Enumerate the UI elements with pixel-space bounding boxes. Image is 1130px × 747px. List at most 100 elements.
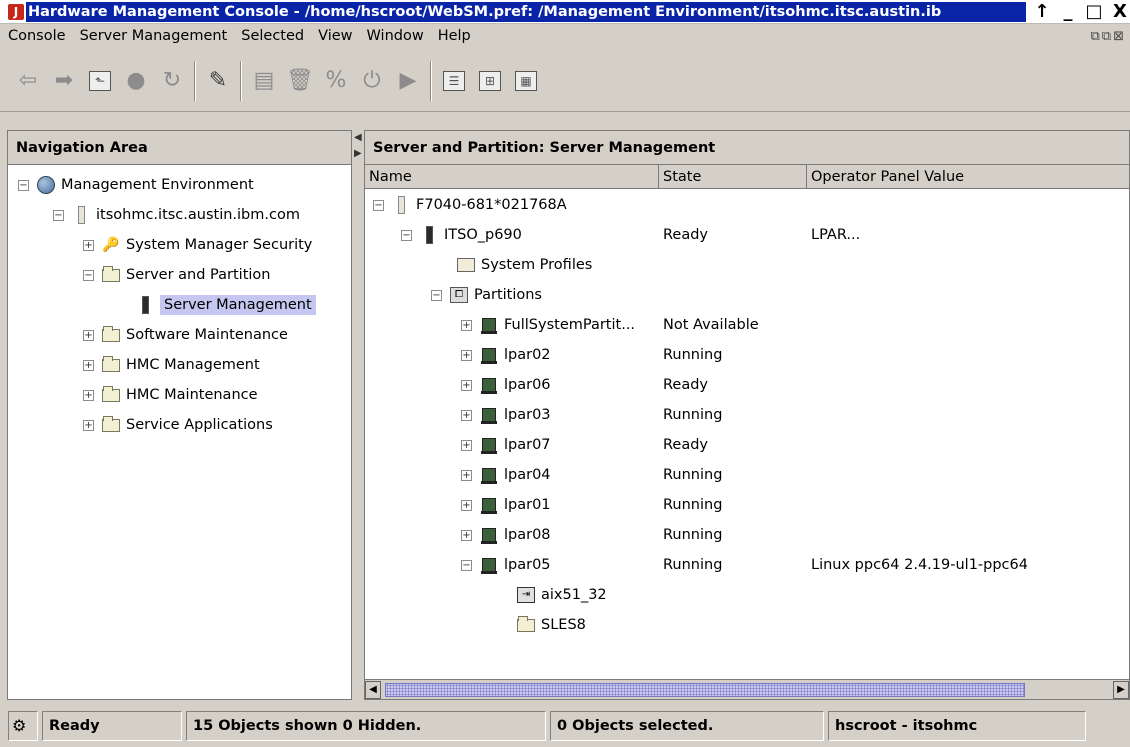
folder-icon [517,615,535,632]
collapse-icon[interactable]: − [83,269,94,281]
nav-item-management-environment[interactable]: − Management Environment [18,170,254,200]
expand-icon[interactable]: + [83,329,94,341]
menu-selected[interactable]: Selected [234,28,311,44]
row-state: Running [663,497,723,513]
menu-view[interactable]: View [311,28,359,44]
power-icon[interactable]: ⏻ [354,63,390,99]
column-header-name[interactable]: Name [365,165,659,188]
table-row[interactable]: ⇥ aix51_32 [517,580,607,610]
collapse-icon[interactable]: − [53,209,64,221]
run-icon[interactable]: ▶ [390,63,426,99]
view-tree-icon[interactable]: ⊞ [472,63,508,99]
menu-window[interactable]: Window [360,28,431,44]
row-state: Running [663,347,723,363]
view-details-icon[interactable]: ☰ [436,63,472,99]
maximize-button[interactable]: □ [1084,1,1104,22]
forward-arrow-icon[interactable]: ➡ [46,63,82,99]
undock-icon[interactable]: ⧉ [1091,29,1100,44]
table-row[interactable]: + lpar06 Ready [461,370,1121,400]
expand-icon[interactable]: + [83,419,94,431]
table-row[interactable]: − ⧠ Partitions [431,280,542,310]
table-row[interactable]: + lpar03 Running [461,400,1121,430]
find-icon[interactable]: ✎ [200,63,236,99]
close-button[interactable]: X [1110,1,1130,22]
table-row[interactable]: + lpar08 Running [461,520,1121,550]
expand-icon[interactable]: + [461,439,472,451]
expand-icon[interactable]: + [461,379,472,391]
pin-button[interactable]: ↑ [1032,1,1052,22]
undock-all-icon[interactable]: ⧉ [1102,29,1111,44]
row-name: aix51_32 [541,587,607,603]
splitter-right-arrow-icon[interactable]: ▶ [354,148,362,159]
nav-item-hmc-maintenance[interactable]: + HMC Maintenance [83,380,258,410]
hmc-server-icon [77,206,85,224]
column-header-state[interactable]: State [659,165,807,188]
nav-item-hmc-management[interactable]: + HMC Management [83,350,260,380]
percent-icon[interactable]: % [318,63,354,99]
properties-icon[interactable]: ▤ [246,63,282,99]
table-row[interactable]: System Profiles [457,250,592,280]
refresh-icon[interactable]: ↻ [154,63,190,99]
expand-icon[interactable]: + [461,469,472,481]
nav-item-label: Server and Partition [126,267,271,283]
back-arrow-icon[interactable]: ⇦ [10,63,46,99]
status-user-host: hscroot - itsohmc [828,710,1086,741]
table-row[interactable]: + lpar02 Running [461,340,1121,370]
row-name: Partitions [474,287,542,303]
navigation-area-header: Navigation Area [8,131,351,165]
expand-icon[interactable]: + [83,239,94,251]
nav-item-server-management[interactable]: Server Management [136,290,316,320]
collapse-icon[interactable]: − [18,179,29,191]
horizontal-scrollbar[interactable]: ◀ ▶ [365,679,1129,699]
nav-item-server-and-partition[interactable]: − Server and Partition [83,260,270,290]
main-panel-header: Server and Partition: Server Management [365,131,1129,165]
table-row[interactable]: + FullSystemPartit... Not Available [461,310,1121,340]
scrollbar-track[interactable] [383,682,1111,698]
up-folder-icon[interactable]: ⬑ [82,63,118,99]
table-row[interactable]: SLES8 [517,610,586,640]
nav-item-label: Server Management [160,295,316,315]
nav-item-software-maintenance[interactable]: + Software Maintenance [83,320,288,350]
scrollbar-thumb[interactable] [385,682,1025,697]
table-row[interactable]: + lpar07 Ready [461,430,1121,460]
row-state: Ready [663,437,709,453]
expand-icon[interactable]: + [461,409,472,421]
table-row[interactable]: + lpar01 Running [461,490,1121,520]
nav-item-system-manager-security[interactable]: + 🔑 System Manager Security [83,230,312,260]
delete-icon[interactable]: 🗑 [282,63,318,99]
boot-profile-icon: ⇥ [517,587,535,603]
view-tree-details-icon[interactable]: ▦ [508,63,544,99]
server-icon [141,296,149,314]
status-objects-selected: 0 Objects selected. [550,710,824,741]
partition-icon [481,438,497,454]
splitter-left-arrow-icon[interactable]: ◀ [354,132,362,143]
expand-icon[interactable]: + [461,529,472,541]
scroll-left-icon[interactable]: ◀ [365,680,381,699]
expand-icon[interactable]: + [461,319,472,331]
expand-icon[interactable]: + [83,359,94,371]
collapse-icon[interactable]: − [461,559,472,571]
expand-icon[interactable]: + [461,499,472,511]
collapse-icon[interactable]: − [373,199,384,211]
close-pane-icon[interactable]: ⊠ [1113,29,1124,44]
menu-server-management[interactable]: Server Management [73,28,235,44]
collapse-icon[interactable]: − [431,289,442,301]
expand-icon[interactable]: + [83,389,94,401]
menu-help[interactable]: Help [431,28,478,44]
nav-item-itsohmc[interactable]: − itsohmc.itsc.austin.ibm.com [53,200,300,230]
nav-item-service-applications[interactable]: + Service Applications [83,410,273,440]
security-key-icon: 🔑 [102,237,120,253]
table-row[interactable]: + lpar04 Running [461,460,1121,490]
table-row[interactable]: − ITSO_p690 Ready LPAR... [401,220,1130,250]
table-row[interactable]: − lpar05 Running Linux ppc64 2.4.19-ul1-… [461,550,1121,580]
collapse-icon[interactable]: − [401,229,412,241]
table-row[interactable]: − F7040-681*021768A [373,190,1130,220]
pane-splitter[interactable]: ◀ ▶ [352,130,364,700]
column-header-operator-panel[interactable]: Operator Panel Value [807,165,1129,188]
stop-icon[interactable]: ● [118,63,154,99]
menu-console[interactable]: Console [0,28,73,44]
row-name: lpar05 [504,557,551,573]
scroll-right-icon[interactable]: ▶ [1113,680,1129,699]
minimize-button[interactable]: _ [1058,1,1078,22]
expand-icon[interactable]: + [461,349,472,361]
